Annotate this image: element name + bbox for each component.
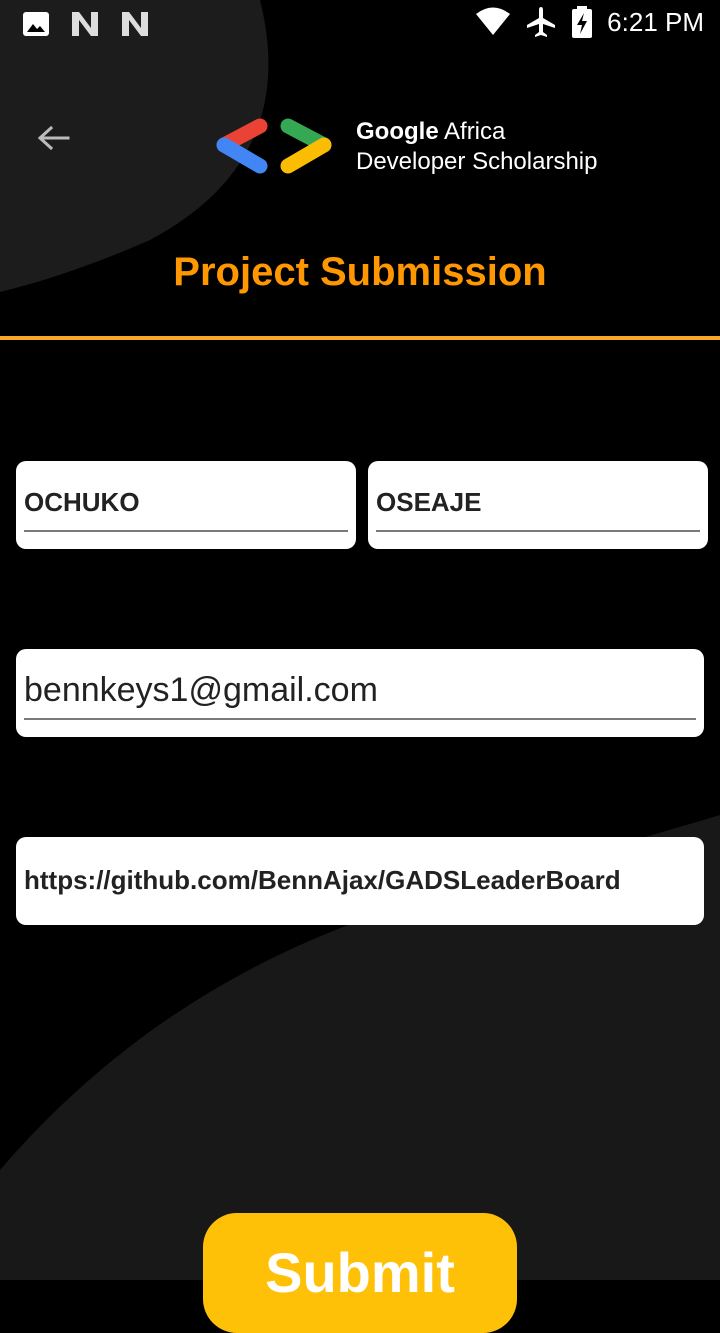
github-link-field[interactable] — [16, 837, 704, 925]
battery-charging-icon — [572, 6, 593, 38]
image-icon — [23, 12, 49, 36]
logo-text: Google Africa Developer Scholarship — [356, 117, 597, 177]
email-input[interactable] — [24, 671, 694, 710]
back-button[interactable] — [30, 116, 76, 162]
title-divider — [0, 336, 720, 340]
first-name-field[interactable] — [16, 461, 356, 549]
logo-google-text: Google — [356, 118, 439, 145]
status-time: 6:21 PM — [607, 6, 704, 37]
email-field[interactable] — [16, 649, 704, 737]
first-name-underline — [24, 530, 348, 532]
last-name-field[interactable] — [368, 461, 708, 549]
page-title: Project Submission — [173, 250, 547, 294]
airplane-mode-icon — [527, 7, 556, 37]
first-name-input[interactable] — [24, 487, 344, 518]
n-notification-icon — [122, 12, 148, 36]
logo-africa-text: Africa — [438, 118, 506, 145]
background-shapes — [0, 0, 720, 1280]
last-name-underline — [376, 530, 700, 532]
gads-logo: Google Africa Developer Scholarship — [212, 112, 597, 182]
submit-button[interactable]: Submit — [203, 1213, 517, 1333]
github-link-input[interactable] — [24, 865, 694, 896]
n-notification-icon — [72, 12, 98, 36]
developer-brackets-icon — [216, 118, 332, 174]
email-underline — [24, 718, 696, 720]
logo-scholarship-text: Developer Scholarship — [356, 148, 598, 175]
status-bar: 6:21 PM — [0, 0, 720, 48]
last-name-input[interactable] — [376, 487, 696, 518]
arrow-back-icon — [37, 125, 70, 151]
wifi-icon — [476, 7, 511, 35]
